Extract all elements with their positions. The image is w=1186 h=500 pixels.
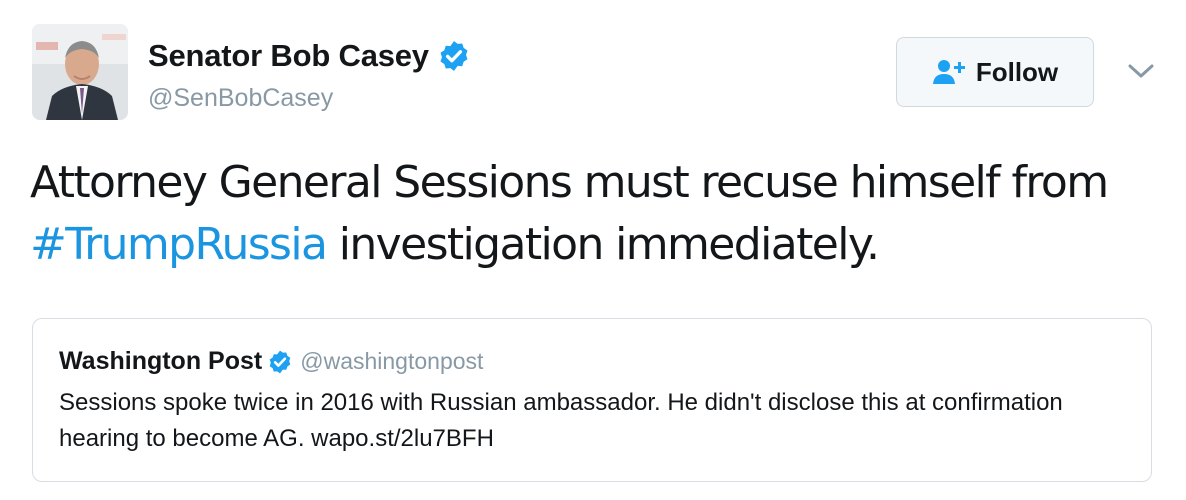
quoted-verified-badge-icon bbox=[267, 349, 293, 375]
author-display-name[interactable]: Senator Bob Casey bbox=[148, 38, 429, 74]
follow-button-label: Follow bbox=[975, 56, 1059, 87]
author-handle[interactable]: @SenBobCasey bbox=[148, 84, 333, 113]
follow-button[interactable]: Follow bbox=[896, 37, 1094, 107]
quoted-tweet-card[interactable]: Washington Post @washingtonpost Sessions… bbox=[32, 318, 1152, 482]
tweet-text: Attorney General Sessions must recuse hi… bbox=[30, 152, 1150, 276]
author-name-row: Senator Bob Casey bbox=[148, 38, 471, 74]
verified-badge-icon bbox=[437, 39, 471, 73]
avatar-photo bbox=[32, 24, 128, 120]
quoted-author-handle: @washingtonpost bbox=[300, 348, 484, 374]
add-user-icon bbox=[932, 57, 966, 87]
quoted-tweet-header: Washington Post @washingtonpost bbox=[59, 347, 483, 376]
tweet-text-after: investigation immediately. bbox=[326, 219, 880, 270]
avatar[interactable] bbox=[32, 24, 128, 120]
quoted-tweet-text: Sessions spoke twice in 2016 with Russia… bbox=[59, 389, 1063, 452]
hashtag-link[interactable]: #TrumpRussia bbox=[30, 219, 328, 270]
quoted-author-name: Washington Post bbox=[59, 347, 263, 375]
tweet-card: Senator Bob Casey @SenBobCasey Follow At… bbox=[0, 0, 1186, 500]
chevron-down-icon[interactable] bbox=[1126, 60, 1156, 82]
tweet-text-before: Attorney General Sessions must recuse hi… bbox=[30, 157, 1109, 208]
